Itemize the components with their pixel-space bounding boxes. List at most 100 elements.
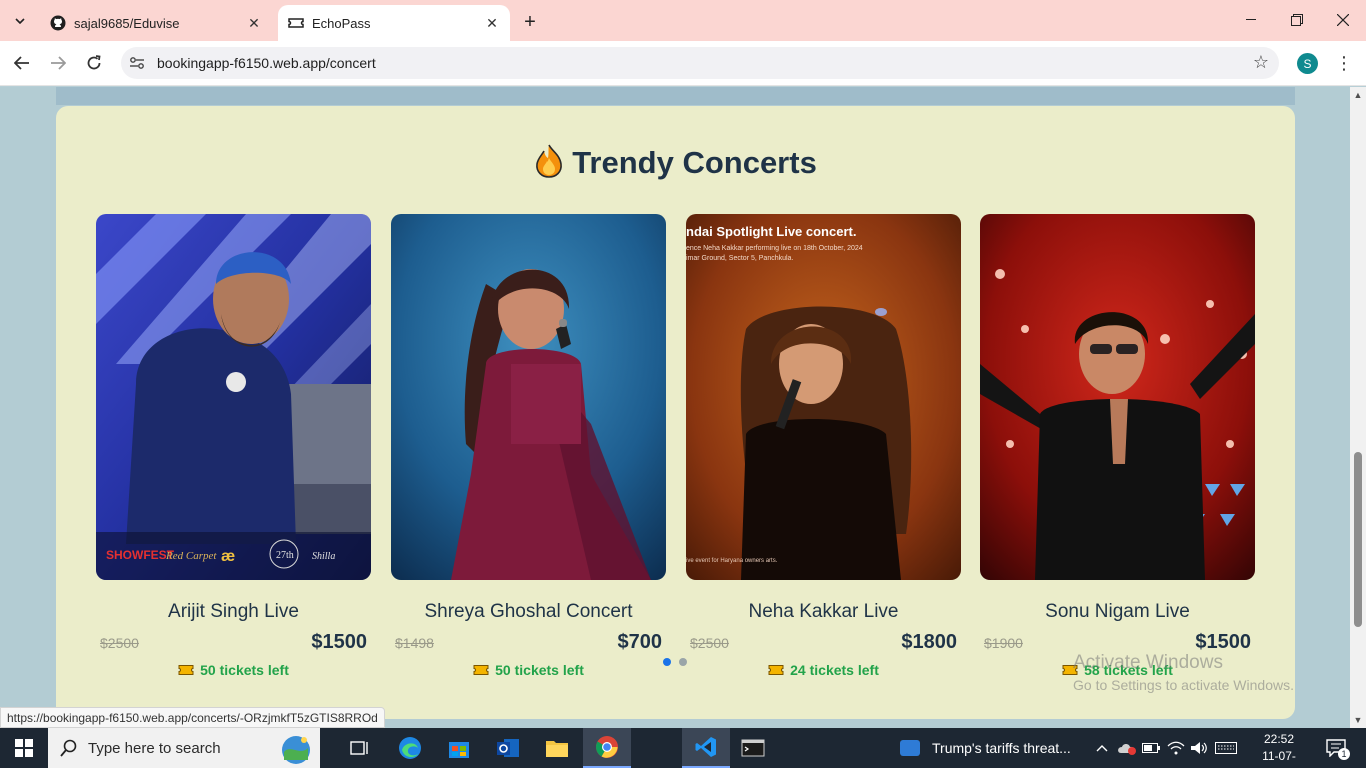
chevron-up-icon — [1096, 745, 1108, 752]
windows-logo-icon — [15, 739, 33, 757]
tab-echopass[interactable]: EchoPass ✕ — [278, 5, 510, 41]
wifi-icon[interactable] — [1165, 728, 1187, 768]
task-view-icon — [350, 741, 368, 755]
svg-text:SHOWFEST: SHOWFEST — [106, 548, 175, 562]
tab-strip: sajal9685/Eduvise ✕ EchoPass ✕ + — [0, 0, 1366, 41]
scroll-up-icon[interactable]: ▲ — [1350, 87, 1366, 103]
concert-name[interactable]: Arijit Singh Live — [96, 601, 371, 623]
close-icon[interactable]: ✕ — [244, 13, 264, 33]
tab-github[interactable]: sajal9685/Eduvise ✕ — [40, 5, 272, 41]
news-widget[interactable]: Trump's tariffs threat... — [900, 728, 1071, 768]
concert-name[interactable]: Shreya Ghoshal Concert — [391, 601, 666, 623]
news-headline: Trump's tariffs threat... — [932, 740, 1071, 756]
concert-card[interactable]: Shreya Ghoshal Concert $1498 $700 50 tic… — [391, 214, 666, 684]
clock-date: 11-07-2025 — [1262, 749, 1296, 768]
restore-icon — [1291, 14, 1303, 26]
profile-avatar[interactable]: S — [1297, 53, 1318, 74]
task-view-button[interactable] — [336, 728, 384, 768]
carousel-dot[interactable] — [663, 658, 671, 666]
ticket-icon — [473, 663, 489, 679]
tab-search-button[interactable] — [6, 7, 33, 34]
trendy-concerts-section: Trendy Concerts SHOWFEST Red Carpet æ 27… — [56, 106, 1295, 719]
concert-card[interactable]: SHOWFEST Red Carpet æ 27th Shilla Arijit… — [96, 214, 371, 684]
new-tab-button[interactable]: + — [516, 8, 544, 36]
concert-name[interactable]: Neha Kakkar Live — [686, 601, 961, 623]
news-icon — [900, 740, 920, 756]
search-placeholder: Type here to search — [88, 740, 221, 757]
svg-text:27th: 27th — [276, 550, 294, 561]
concert-name[interactable]: Sonu Nigam Live — [980, 601, 1255, 623]
poster-heading: ndai Spotlight Live concert. — [686, 224, 857, 239]
previous-section-edge — [56, 87, 1295, 105]
file-explorer-button[interactable] — [533, 728, 581, 768]
windows-taskbar: Type here to search Trump's tariffs thre… — [0, 728, 1366, 768]
store-icon — [449, 742, 469, 758]
concert-image[interactable] — [391, 214, 666, 580]
browser-menu-icon[interactable]: ⋮ — [1332, 50, 1356, 76]
concert-image[interactable]: SHOWFEST Red Carpet æ 27th Shilla — [96, 214, 371, 580]
original-price: $2500 — [690, 635, 729, 651]
search-icon — [60, 739, 77, 757]
terminal-button[interactable] — [729, 728, 777, 768]
tickets-left-text: 50 tickets left — [200, 662, 289, 678]
restore-button[interactable] — [1274, 0, 1320, 40]
minimize-button[interactable] — [1228, 0, 1274, 40]
folder-icon — [546, 741, 568, 757]
watermark-title: Activate Windows — [1073, 652, 1223, 673]
volume-icon[interactable] — [1188, 728, 1210, 768]
back-button[interactable] — [8, 49, 36, 77]
chrome-button[interactable] — [583, 728, 631, 768]
tickets-left-text: 50 tickets left — [495, 662, 584, 678]
arrow-right-icon — [51, 56, 66, 70]
minimize-icon — [1246, 19, 1256, 20]
ticket-icon — [288, 15, 304, 31]
carousel-dot[interactable] — [679, 658, 687, 666]
reload-button[interactable] — [80, 49, 108, 77]
notification-center-button[interactable]: 1 — [1322, 736, 1350, 760]
site-settings-icon[interactable] — [129, 55, 145, 71]
concert-card[interactable]: ndai Spotlight Live concert. ence Neha K… — [686, 214, 961, 684]
system-clock[interactable]: 22:52 11-07-2025 — [1249, 731, 1309, 768]
outlook-button[interactable] — [484, 728, 532, 768]
arrow-left-icon — [14, 56, 29, 70]
outlook-icon — [497, 739, 519, 757]
fire-icon — [534, 144, 564, 186]
concert-image[interactable] — [980, 214, 1255, 580]
tickets-left: 50 tickets left — [391, 662, 666, 679]
poster-footer: ive event for Haryana owners arts. — [686, 558, 778, 564]
start-button[interactable] — [0, 728, 48, 768]
bookmark-star-icon[interactable]: ☆ — [1253, 52, 1269, 73]
discounted-price: $1800 — [901, 631, 957, 653]
keyboard-icon[interactable] — [1213, 728, 1239, 768]
address-bar[interactable]: bookingapp-f6150.web.app/concert ☆ — [121, 47, 1279, 79]
original-price: $2500 — [100, 635, 139, 651]
concert-card[interactable]: Sonu Nigam Live $1900 $1500 58 tickets l… — [980, 214, 1255, 684]
store-button[interactable] — [435, 728, 483, 768]
battery-icon[interactable] — [1141, 728, 1161, 768]
tickets-left: 50 tickets left — [96, 662, 371, 679]
forward-button[interactable] — [44, 49, 72, 77]
concert-image[interactable]: ndai Spotlight Live concert. ence Neha K… — [686, 214, 961, 580]
browser-toolbar: bookingapp-f6150.web.app/concert ☆ S ⋮ — [0, 41, 1366, 86]
edge-button[interactable] — [386, 728, 434, 768]
svg-text:æ: æ — [221, 548, 235, 565]
page-viewport: Trendy Concerts SHOWFEST Red Carpet æ 27… — [0, 87, 1350, 728]
page-scrollbar[interactable]: ▲ ▼ — [1350, 87, 1366, 728]
scrollbar-thumb[interactable] — [1354, 452, 1362, 627]
close-icon[interactable]: ✕ — [482, 13, 502, 33]
section-title: Trendy Concerts — [56, 144, 1295, 186]
url-text: bookingapp-f6150.web.app/concert — [157, 55, 376, 71]
poster-subtitle: ence Neha Kakkar performing live on 18th… — [686, 245, 863, 252]
scroll-down-icon[interactable]: ▼ — [1350, 712, 1366, 728]
discounted-price: $1500 — [1195, 631, 1251, 653]
onedrive-tray-icon[interactable] — [1116, 728, 1138, 768]
vscode-button[interactable] — [682, 728, 730, 768]
tickets-left: 24 tickets left — [686, 662, 961, 679]
carousel-pagination — [663, 658, 687, 668]
show-hidden-icons-button[interactable] — [1092, 728, 1112, 768]
taskbar-search[interactable]: Type here to search — [48, 728, 320, 768]
close-window-button[interactable] — [1320, 0, 1366, 40]
chevron-down-icon — [14, 17, 25, 24]
section-title-text: Trendy Concerts — [572, 145, 817, 181]
edge-icon — [399, 737, 421, 759]
